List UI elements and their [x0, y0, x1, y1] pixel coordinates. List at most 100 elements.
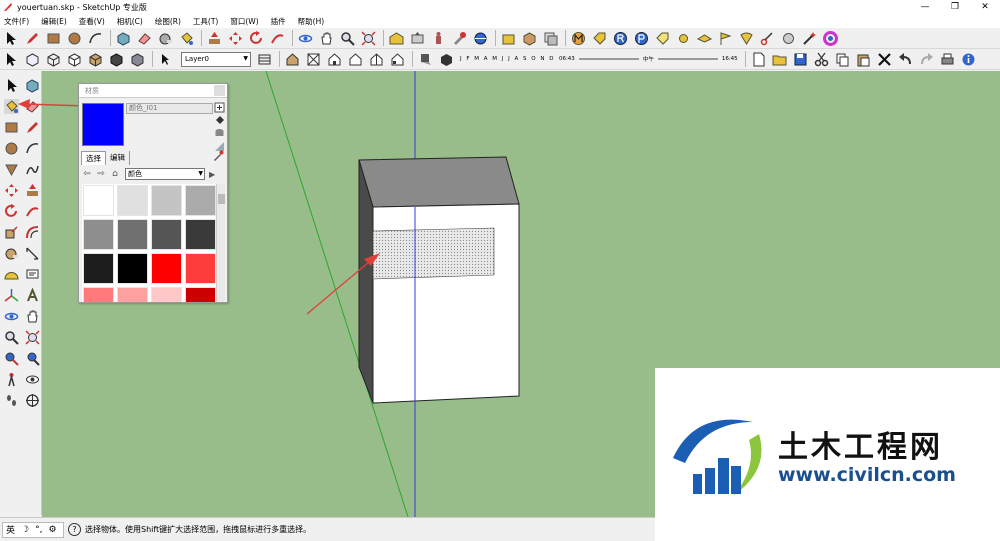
wireframe-style-button[interactable]: [44, 50, 63, 68]
forward-arrow-icon[interactable]: ⇨: [95, 168, 107, 180]
pan-button[interactable]: [317, 29, 336, 47]
textured-style-button[interactable]: [107, 50, 126, 68]
top-view-button[interactable]: [304, 50, 323, 68]
follow-me-button[interactable]: [268, 29, 287, 47]
section-plane-tool[interactable]: [22, 390, 42, 410]
tape-measure-tool[interactable]: [1, 243, 21, 263]
offset-tool[interactable]: [22, 222, 42, 242]
get-models-button[interactable]: [387, 29, 406, 47]
help-icon[interactable]: ?: [68, 523, 81, 536]
save-file-button[interactable]: [791, 50, 810, 68]
extension-tag2-button[interactable]: [653, 29, 672, 47]
shadow-time-slider[interactable]: [578, 54, 639, 64]
default-paint-button[interactable]: [214, 115, 225, 126]
tab-edit[interactable]: 编辑: [106, 151, 130, 165]
eyedropper-icon[interactable]: [212, 150, 224, 162]
shadow-time-slider-2[interactable]: [657, 54, 718, 64]
extension-m-button[interactable]: [569, 29, 588, 47]
materials-panel-title[interactable]: 材质: [79, 84, 227, 98]
color-swatch[interactable]: [117, 185, 148, 216]
extension-button-2[interactable]: [450, 29, 469, 47]
selected-face-region[interactable]: [372, 227, 495, 280]
open-file-button[interactable]: [770, 50, 789, 68]
color-swatch[interactable]: [117, 219, 148, 250]
follow-me-tool[interactable]: [22, 201, 42, 221]
extension-scissors-button[interactable]: [758, 29, 777, 47]
previous-view-tool[interactable]: [22, 348, 42, 368]
extension-color-wheel-button[interactable]: [821, 29, 840, 47]
orbit-tool[interactable]: [1, 306, 21, 326]
menu-file[interactable]: 文件(F): [4, 16, 29, 27]
text-tool[interactable]: [22, 264, 42, 284]
menu-edit[interactable]: 编辑(E): [41, 16, 67, 27]
zoom-extents-button[interactable]: [359, 29, 378, 47]
extension-p-button[interactable]: [632, 29, 651, 47]
swatch-scrollbar[interactable]: [216, 184, 225, 302]
erase-selection-button[interactable]: [875, 50, 894, 68]
color-swatch[interactable]: [151, 185, 182, 216]
polygon-tool[interactable]: [1, 159, 21, 179]
rotate-tool[interactable]: [1, 201, 21, 221]
tape-measure-button[interactable]: [156, 29, 175, 47]
monochrome-style-button[interactable]: [128, 50, 147, 68]
move-tool[interactable]: [1, 180, 21, 200]
extension-button-6[interactable]: [541, 29, 560, 47]
close-button[interactable]: ✕: [970, 0, 1000, 14]
color-swatch[interactable]: [185, 219, 216, 250]
zoom-button[interactable]: [338, 29, 357, 47]
color-swatch[interactable]: [185, 287, 216, 302]
extension-sphere-button[interactable]: [779, 29, 798, 47]
details-arrow-icon[interactable]: ▶: [209, 170, 215, 179]
zoom-tool[interactable]: [1, 327, 21, 347]
push-pull-button[interactable]: [205, 29, 224, 47]
extension-button-4[interactable]: [499, 29, 518, 47]
cut-button[interactable]: [812, 50, 831, 68]
select-shortcut-button[interactable]: [2, 50, 21, 68]
menu-view[interactable]: 查看(V): [79, 16, 105, 27]
color-swatch[interactable]: [83, 287, 114, 302]
layer-dropdown[interactable]: Layer0 ▼: [181, 51, 251, 67]
protractor-tool[interactable]: [1, 264, 21, 284]
color-swatch[interactable]: [151, 287, 182, 302]
menu-window[interactable]: 窗口(W): [230, 16, 258, 27]
extension-r-button[interactable]: [611, 29, 630, 47]
menu-draw[interactable]: 绘图(R): [155, 16, 181, 27]
create-material-button[interactable]: [214, 102, 225, 113]
menu-tools[interactable]: 工具(T): [193, 16, 218, 27]
extension-button-3[interactable]: [471, 29, 490, 47]
panel-collapse-button[interactable]: [214, 85, 225, 96]
share-model-button[interactable]: [408, 29, 427, 47]
paint-bucket-button[interactable]: [177, 29, 196, 47]
iso-view-button[interactable]: [283, 50, 302, 68]
color-swatch[interactable]: [151, 219, 182, 250]
extension-wand-button[interactable]: [800, 29, 819, 47]
back-arrow-icon[interactable]: ⇦: [81, 168, 93, 180]
extension-fan-button[interactable]: [737, 29, 756, 47]
extension-tag-button[interactable]: [590, 29, 609, 47]
back-view-button[interactable]: [367, 50, 386, 68]
extension-dot-button[interactable]: [674, 29, 693, 47]
maximize-button[interactable]: ❐: [940, 0, 970, 14]
model-info-button[interactable]: [959, 50, 978, 68]
color-swatch[interactable]: [151, 253, 182, 284]
axes-tool[interactable]: [1, 285, 21, 305]
3d-text-tool[interactable]: [22, 285, 42, 305]
undo-button[interactable]: [896, 50, 915, 68]
right-view-button[interactable]: [346, 50, 365, 68]
left-view-button[interactable]: [388, 50, 407, 68]
extension-hat-button[interactable]: [695, 29, 714, 47]
print-button[interactable]: [938, 50, 957, 68]
front-view-button[interactable]: [325, 50, 344, 68]
display-shadows-button[interactable]: [437, 50, 456, 68]
look-around-tool[interactable]: [22, 369, 42, 389]
push-pull-tool[interactable]: [22, 180, 42, 200]
extension-flag-button[interactable]: [716, 29, 735, 47]
select-tool[interactable]: [1, 75, 21, 95]
color-swatch[interactable]: [185, 253, 216, 284]
eraser-tool-button[interactable]: [135, 29, 154, 47]
material-name-field[interactable]: 颜色_I01: [126, 103, 213, 114]
freehand-tool[interactable]: [22, 159, 42, 179]
arc-tool[interactable]: [22, 138, 42, 158]
orbit-button[interactable]: [296, 29, 315, 47]
shadow-month-scale[interactable]: J F M A M J J A S O N D: [460, 56, 555, 62]
